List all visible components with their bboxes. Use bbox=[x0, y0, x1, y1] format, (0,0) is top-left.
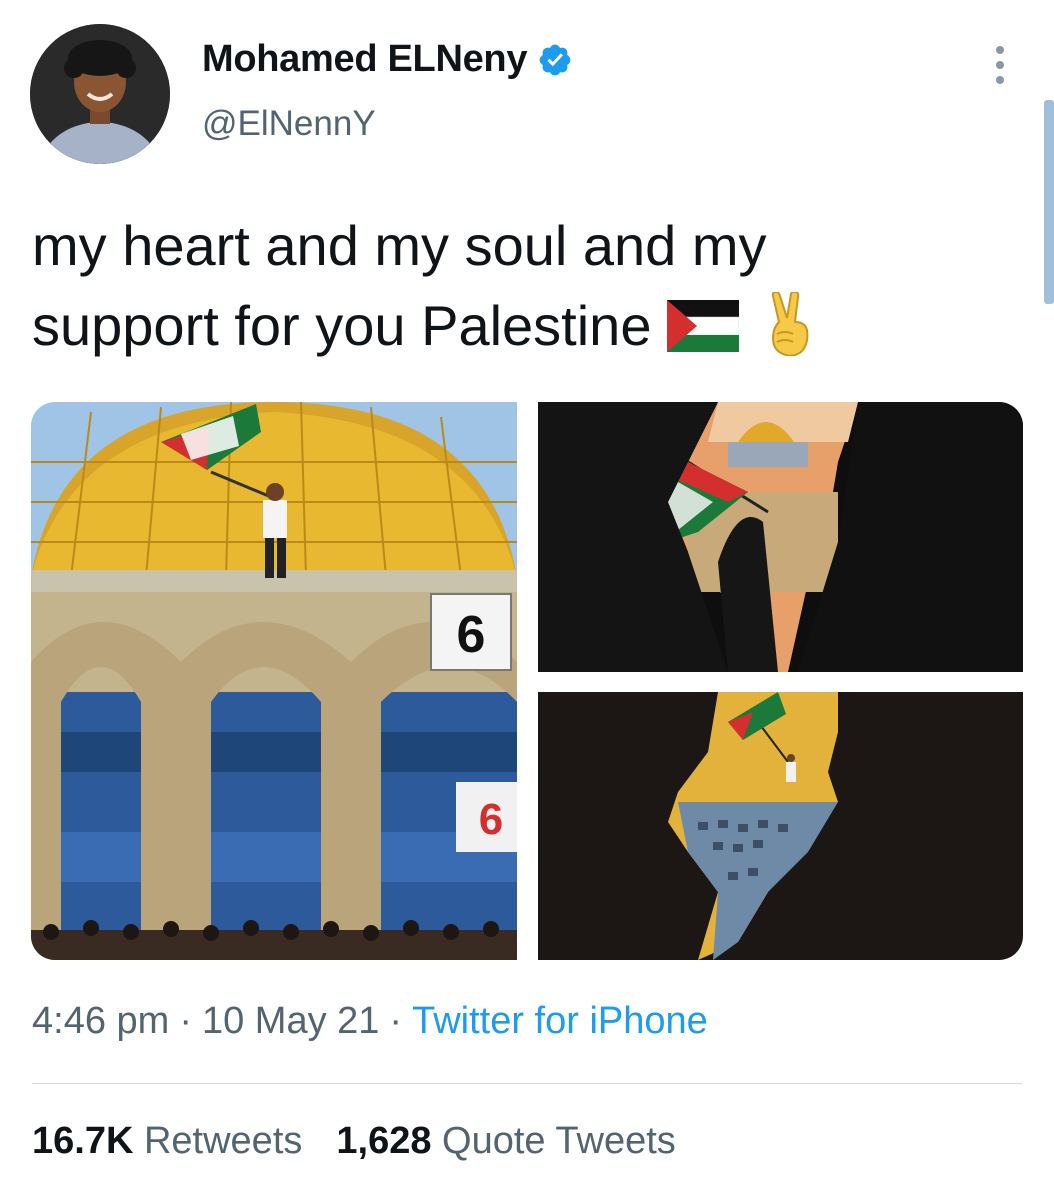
scrollbar[interactable] bbox=[1044, 100, 1054, 304]
tweet-media-grid[interactable]: 6 6 bbox=[31, 402, 1023, 962]
svg-text:6: 6 bbox=[479, 795, 503, 844]
quote-tweets-count: 1,628 bbox=[336, 1120, 432, 1162]
tweet-text-line-2-text: support for you Palestine bbox=[32, 294, 652, 357]
quote-tweets-label: Quote Tweets bbox=[442, 1120, 676, 1162]
divider bbox=[32, 1083, 1022, 1084]
retweets-label: Retweets bbox=[143, 1120, 303, 1162]
tweet-meta: 4:46 pm · 10 May 21 · Twitter for iPhone bbox=[32, 1000, 708, 1043]
tweet-time[interactable]: 4:46 pm bbox=[32, 1000, 169, 1042]
author-handle[interactable]: @ElNennY bbox=[202, 104, 376, 144]
dome-crowd-collage-photo-icon[interactable] bbox=[538, 692, 1023, 960]
more-options-icon[interactable] bbox=[990, 46, 1010, 86]
profile-photo-icon bbox=[30, 24, 170, 164]
tweet-date[interactable]: 10 May 21 bbox=[202, 1000, 379, 1042]
tweet-text-line-2: support for you Palestine bbox=[32, 286, 992, 366]
palestine-flag-emoji-icon bbox=[667, 300, 740, 353]
tweet-source-link[interactable]: Twitter for iPhone bbox=[412, 1000, 708, 1042]
author-display-name[interactable]: Mohamed ELNeny bbox=[202, 38, 527, 81]
dome-of-the-rock-photo-icon[interactable]: 6 6 bbox=[31, 402, 517, 960]
tweet-stats: 16.7K Retweets 1,628 Quote Tweets bbox=[32, 1120, 676, 1163]
victory-hand-emoji-icon bbox=[765, 292, 817, 357]
avatar[interactable] bbox=[30, 24, 170, 164]
author-name-row[interactable]: Mohamed ELNeny bbox=[202, 38, 573, 81]
silhouette-with-flag-photo-icon[interactable] bbox=[538, 402, 1023, 672]
meta-separator-2: · bbox=[389, 1000, 403, 1042]
retweets-count: 16.7K bbox=[32, 1120, 134, 1162]
quote-tweets-stat[interactable]: 1,628 Quote Tweets bbox=[336, 1120, 675, 1162]
meta-separator: · bbox=[179, 1000, 192, 1042]
svg-text:6: 6 bbox=[457, 606, 486, 664]
tweet-text-line-1: my heart and my soul and my bbox=[32, 214, 767, 277]
verified-badge-icon bbox=[537, 42, 573, 78]
tweet-text: my heart and my soul and my support for … bbox=[32, 206, 992, 366]
retweets-stat[interactable]: 16.7K Retweets bbox=[32, 1120, 302, 1162]
